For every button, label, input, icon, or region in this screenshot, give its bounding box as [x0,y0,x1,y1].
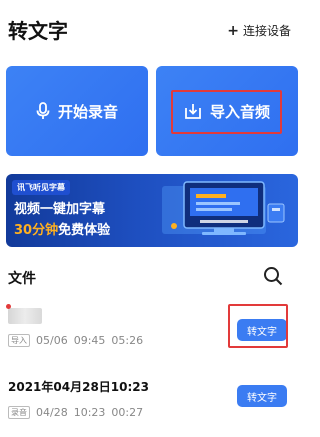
search-button[interactable] [263,266,283,290]
file-list-item[interactable]: 导入 05/06 09:45 05:26 转文字 [0,300,303,358]
file-date: 05/06 [36,334,68,347]
page-title: 转文字 [8,19,68,43]
file-date: 04/28 [36,406,68,419]
file-time: 10:23 [73,406,106,419]
file-duration: 05:26 [111,334,144,347]
connect-device-button[interactable]: + 连接设备 [227,22,291,39]
banner-headline: 视频一键加字幕 [14,202,106,217]
microphone-icon [36,102,50,120]
file-source-tag: 录音 [8,406,30,419]
plus-icon: + [227,22,239,39]
search-icon [264,267,283,286]
start-recording-button[interactable]: 开始录音 [6,66,148,156]
file-meta: 导入 05/06 09:45 05:26 [8,334,143,347]
file-time: 09:45 [73,334,106,347]
file-source-tag: 导入 [8,334,30,347]
convert-to-text-button[interactable]: 转文字 [237,319,287,341]
banner-offer: 30分钟免费体验 [14,219,110,238]
file-list-item[interactable]: 2021年04月28日10:23 录音 04/28 10:23 00:27 转文… [0,372,303,430]
import-audio-label: 导入音频 [209,102,270,121]
banner-offer-accent: 30分钟 [14,223,59,238]
header: 转文字 + 连接设备 [0,0,303,60]
monitor-illustration-icon [162,181,285,235]
promo-banner[interactable]: 讯飞听见字幕 视频一键加字幕 30分钟免费体验 [6,174,298,247]
banner-offer-rest: 免费体验 [58,223,111,238]
import-audio-button[interactable]: 导入音频 [156,66,298,156]
file-name: 2021年04月28日10:23 [8,380,149,394]
file-meta: 录音 04/28 10:23 00:27 [8,406,143,419]
file-duration: 00:27 [111,406,144,419]
convert-to-text-button[interactable]: 转文字 [237,385,287,407]
files-section-title: 文件 [8,271,36,287]
connect-device-label: 连接设备 [242,24,291,38]
unread-dot [6,304,11,309]
start-recording-label: 开始录音 [57,102,118,121]
app-screen: 转文字 + 连接设备 开始录音 导入音频 讯飞听见字幕 视频一键加字幕 30分钟… [0,0,303,437]
banner-brand-badge: 讯飞听见字幕 [12,180,70,195]
blurred-file-name [8,308,42,324]
import-download-icon [184,102,202,120]
